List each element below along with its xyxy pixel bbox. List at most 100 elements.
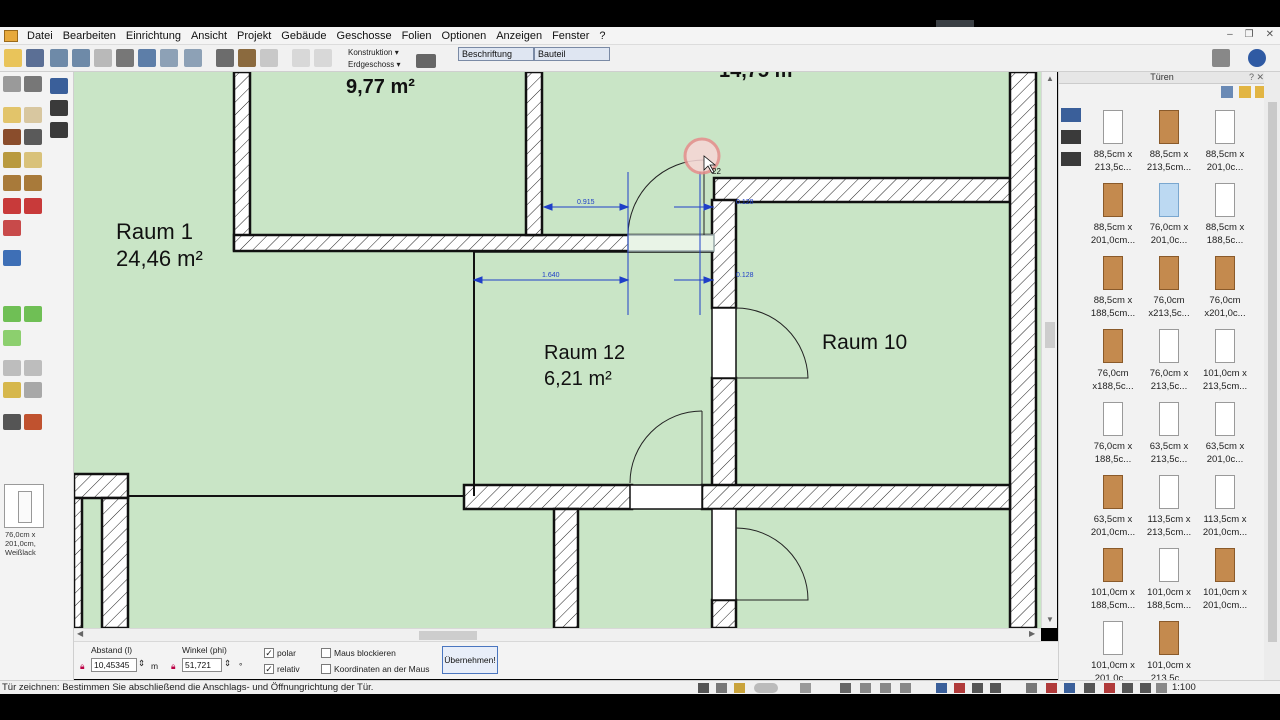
door-opening[interactable] xyxy=(711,307,737,379)
snap-toggle-icon[interactable] xyxy=(754,683,778,693)
niche-icon[interactable] xyxy=(3,220,21,236)
scroll-thumb[interactable] xyxy=(1045,322,1055,348)
relativ-checkbox[interactable]: ✓ xyxy=(264,664,274,674)
wall[interactable] xyxy=(552,507,580,628)
roof-icon[interactable] xyxy=(3,107,21,123)
redo-icon[interactable] xyxy=(72,49,90,67)
konstruktion-select[interactable]: Konstruktion ▾ xyxy=(348,48,399,57)
scroll-up-icon[interactable]: ▲ xyxy=(1046,74,1054,83)
catalog-icon[interactable] xyxy=(1212,49,1230,67)
ceiling-icon[interactable] xyxy=(24,152,42,168)
plot-icon[interactable] xyxy=(24,306,42,322)
dimension-icon[interactable] xyxy=(3,360,21,376)
view-icon[interactable] xyxy=(840,683,851,693)
garden-icon[interactable] xyxy=(3,330,21,346)
door-library-item[interactable]: 88,5cm x 188,5cm... xyxy=(1085,252,1141,325)
wall[interactable] xyxy=(700,483,1012,511)
door-library-item[interactable]: 101,0cm x 188,5cm... xyxy=(1141,544,1197,617)
door-library-item[interactable]: 88,5cm x 213,5c... xyxy=(1085,106,1141,179)
menu-gebaeude[interactable]: Gebäude xyxy=(276,30,331,42)
door-library-item[interactable]: 88,5cm x 188,5c... xyxy=(1197,179,1253,252)
wall[interactable] xyxy=(462,483,634,511)
pan-icon[interactable] xyxy=(24,76,42,92)
room-icon[interactable] xyxy=(3,198,21,214)
save-icon[interactable] xyxy=(26,49,44,67)
catalog-wall-icon[interactable] xyxy=(1061,108,1081,122)
fill-icon[interactable] xyxy=(1046,683,1057,693)
door-library-item[interactable]: 76,0cm x188,5c... xyxy=(1085,325,1141,398)
slab-icon[interactable] xyxy=(24,107,42,123)
symbol-icon[interactable] xyxy=(24,414,42,430)
catch-icon[interactable] xyxy=(880,683,891,693)
group-icon[interactable] xyxy=(3,414,21,430)
beschriftung-tab[interactable]: Beschriftung xyxy=(458,47,534,61)
door-library-item[interactable]: 88,5cm x 201,0cm... xyxy=(1085,179,1141,252)
wall[interactable] xyxy=(100,496,130,628)
select-arrow-icon[interactable] xyxy=(3,76,21,92)
door-library-item[interactable]: 76,0cm x 188,5c... xyxy=(1085,398,1141,471)
door-library-item[interactable]: 101,0cm x 188,5cm... xyxy=(1085,544,1141,617)
catalog-join-icon[interactable] xyxy=(1061,152,1081,166)
polar-checkbox[interactable]: ✓ xyxy=(264,648,274,658)
beam-icon[interactable] xyxy=(3,175,21,191)
door-library-item[interactable]: 63,5cm x 213,5c... xyxy=(1141,398,1197,471)
select-status-icon[interactable] xyxy=(936,683,947,693)
pin-icon[interactable] xyxy=(990,683,1001,693)
zoom-window-icon[interactable] xyxy=(160,49,178,67)
door-library-item[interactable]: 76,0cm x213,5c... xyxy=(1141,252,1197,325)
door-library-item[interactable]: 113,5cm x 213,5cm... xyxy=(1141,471,1197,544)
pen-icon[interactable] xyxy=(734,683,745,693)
lock-icon[interactable]: 🔒︎ xyxy=(171,661,176,672)
catalog-split-icon[interactable] xyxy=(1061,130,1081,144)
terrain-icon[interactable] xyxy=(3,306,21,322)
abstand-stepper[interactable]: ⇕ xyxy=(138,658,145,669)
undo-icon[interactable] xyxy=(50,49,68,67)
close-icon[interactable]: ✕ xyxy=(1266,29,1274,40)
door-opening[interactable] xyxy=(629,484,703,510)
door-library-item[interactable]: 76,0cm x201,0c... xyxy=(1197,252,1253,325)
scroll-down-icon[interactable]: ▼ xyxy=(1046,615,1054,624)
abstand-field[interactable]: 10,45345 xyxy=(91,658,137,672)
door-preview-opening[interactable] xyxy=(627,234,715,252)
current-door-preview[interactable] xyxy=(4,484,44,528)
panel-help-icon[interactable]: ? ✕ xyxy=(1249,72,1264,83)
wall[interactable] xyxy=(710,376,738,488)
ortho-icon[interactable] xyxy=(698,683,709,693)
cut-icon[interactable] xyxy=(94,49,112,67)
house-icon[interactable] xyxy=(238,49,256,67)
apply-button[interactable]: Übernehmen! xyxy=(442,646,498,674)
scroll-left-icon[interactable]: ◀ xyxy=(77,629,83,638)
wall[interactable] xyxy=(74,472,130,500)
column-icon[interactable] xyxy=(24,175,42,191)
door-library-item[interactable]: 76,0cm x 201,0c... xyxy=(1141,179,1197,252)
wall[interactable] xyxy=(524,72,544,237)
area-icon[interactable] xyxy=(24,198,42,214)
print-icon[interactable] xyxy=(116,49,134,67)
open-icon[interactable] xyxy=(4,49,22,67)
door-library-item[interactable]: 101,0cm x 213,5cm... xyxy=(1197,325,1253,398)
horizontal-scrollbar[interactable]: ◀ ▶ xyxy=(74,628,1041,641)
restore-icon[interactable]: ❐ xyxy=(1245,29,1254,40)
folder-up-icon[interactable] xyxy=(1239,86,1251,98)
wall-tool-icon[interactable] xyxy=(50,78,68,94)
wall[interactable] xyxy=(712,176,1012,204)
scroll-thumb[interactable] xyxy=(419,631,477,640)
menu-optionen[interactable]: Optionen xyxy=(437,30,492,42)
line-icon[interactable] xyxy=(24,382,42,398)
menu-anzeigen[interactable]: Anzeigen xyxy=(491,30,547,42)
door-library-item[interactable]: 113,5cm x 201,0cm... xyxy=(1197,471,1253,544)
screenshot-icon[interactable] xyxy=(138,49,156,67)
menu-ansicht[interactable]: Ansicht xyxy=(186,30,232,42)
snap-icon[interactable] xyxy=(292,49,310,67)
scroll-thumb[interactable] xyxy=(1268,102,1277,642)
library-scrollbar[interactable] xyxy=(1264,72,1280,680)
koordinaten-checkbox[interactable] xyxy=(321,664,331,674)
dimension-status-icon[interactable] xyxy=(1084,683,1095,693)
help-icon[interactable] xyxy=(1248,49,1266,67)
door-library-item[interactable]: 88,5cm x 213,5cm... xyxy=(1141,106,1197,179)
measure-status-icon[interactable] xyxy=(860,683,871,693)
maus-blockieren-checkbox[interactable] xyxy=(321,648,331,658)
scale-indicator[interactable]: 1:100 xyxy=(1172,682,1196,693)
layer-icon[interactable] xyxy=(800,683,811,693)
view-3d-icon[interactable] xyxy=(216,49,234,67)
